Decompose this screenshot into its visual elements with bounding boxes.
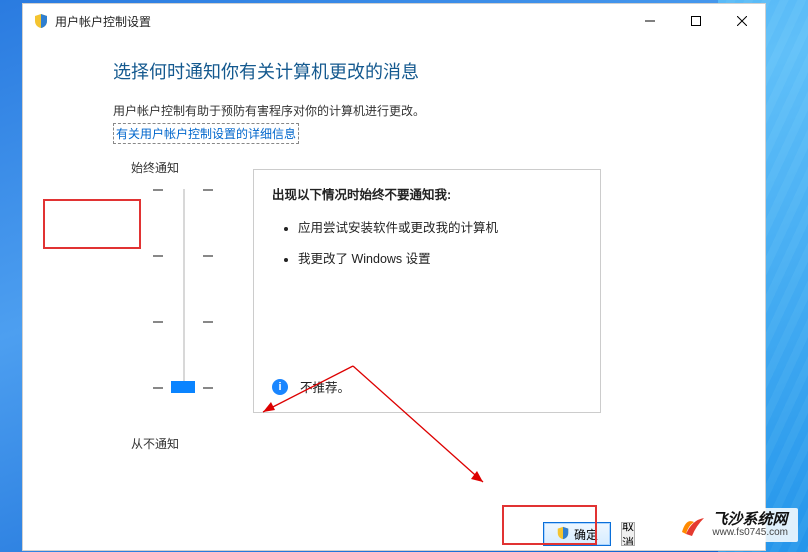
slider-bottom-label: 从不通知 bbox=[131, 435, 179, 452]
slider-tick bbox=[153, 321, 213, 323]
panel-bullet: 我更改了 Windows 设置 bbox=[298, 248, 582, 267]
uac-settings-window: 用户帐户控制设置 选择何时通知你有关计算机更改的消息 用户帐户控制有助于预防有害… bbox=[22, 3, 766, 551]
slider-track bbox=[183, 189, 185, 389]
slider-thumb[interactable] bbox=[171, 381, 195, 393]
annotation-highlight bbox=[43, 199, 141, 249]
details-link[interactable]: 有关用户帐户控制设置的详细信息 bbox=[113, 123, 299, 144]
annotation-highlight bbox=[502, 505, 597, 545]
slider-tick bbox=[153, 189, 213, 191]
window-title: 用户帐户控制设置 bbox=[55, 13, 151, 30]
slider-tick bbox=[153, 255, 213, 257]
slider-top-label: 始终通知 bbox=[131, 159, 179, 176]
close-button[interactable] bbox=[719, 6, 765, 36]
info-icon: i bbox=[272, 379, 288, 395]
cancel-label: 取消 bbox=[622, 522, 634, 546]
watermark-url: www.fs0745.com bbox=[712, 528, 788, 539]
description-panel: 出现以下情况时始终不要通知我: 应用尝试安装软件或更改我的计算机 我更改了 Wi… bbox=[253, 169, 601, 413]
notification-slider[interactable] bbox=[153, 189, 213, 429]
cancel-button[interactable]: 取消 bbox=[621, 522, 635, 546]
page-description: 用户帐户控制有助于预防有害程序对你的计算机进行更改。 bbox=[113, 102, 735, 119]
recommendation-text: 不推荐。 bbox=[300, 377, 350, 396]
watermark-name: 飞沙系统网 bbox=[712, 512, 788, 528]
panel-bullet: 应用尝试安装软件或更改我的计算机 bbox=[298, 217, 582, 236]
maximize-button[interactable] bbox=[673, 6, 719, 36]
page-heading: 选择何时通知你有关计算机更改的消息 bbox=[113, 58, 735, 84]
shield-icon bbox=[33, 13, 49, 29]
watermark-logo-icon bbox=[680, 512, 706, 538]
panel-heading: 出现以下情况时始终不要通知我: bbox=[272, 184, 582, 203]
watermark: 飞沙系统网 www.fs0745.com bbox=[672, 508, 798, 542]
minimize-button[interactable] bbox=[627, 6, 673, 36]
titlebar: 用户帐户控制设置 bbox=[23, 4, 765, 38]
